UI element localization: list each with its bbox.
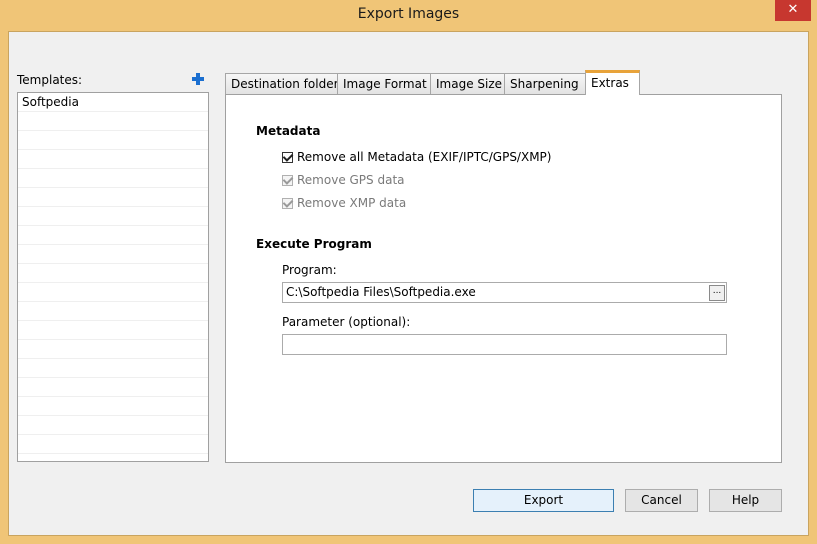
add-template-icon[interactable]	[191, 72, 205, 86]
program-label: Program:	[282, 263, 337, 277]
tab-extras[interactable]: Extras	[585, 70, 640, 95]
remove-xmp-label: Remove XMP data	[297, 196, 407, 210]
tab-image-size[interactable]: Image Size	[430, 73, 506, 94]
close-button[interactable]: ✕	[775, 0, 811, 21]
browse-program-button[interactable]: ...	[709, 285, 725, 301]
execute-program-heading: Execute Program	[256, 237, 372, 251]
template-list-item[interactable]	[18, 359, 208, 378]
parameter-field[interactable]	[282, 334, 727, 355]
program-value: C:\Softpedia Files\Softpedia.exe	[286, 285, 476, 299]
templates-list[interactable]: Softpedia	[17, 92, 209, 462]
template-list-item[interactable]	[18, 378, 208, 397]
remove-xmp-row: Remove XMP data	[282, 196, 406, 210]
template-list-item[interactable]	[18, 416, 208, 435]
tab-image-format[interactable]: Image Format	[337, 73, 433, 94]
template-list-item[interactable]	[18, 169, 208, 188]
template-list-item[interactable]: Softpedia	[18, 93, 208, 112]
tab-sharpening[interactable]: Sharpening	[504, 73, 587, 94]
template-list-item[interactable]	[18, 321, 208, 340]
template-list-item[interactable]	[18, 131, 208, 150]
template-list-item[interactable]	[18, 340, 208, 359]
remove-gps-row: Remove GPS data	[282, 173, 405, 187]
template-list-item[interactable]	[18, 112, 208, 131]
tab-destination-folder[interactable]: Destination folder	[225, 73, 339, 94]
remove-all-metadata-row[interactable]: Remove all Metadata (EXIF/IPTC/GPS/XMP)	[282, 150, 551, 164]
template-list-item[interactable]	[18, 207, 208, 226]
help-button[interactable]: Help	[709, 489, 782, 512]
dialog-body: Templates: Softpedia Destination folder I…	[8, 31, 809, 536]
template-list-item[interactable]	[18, 245, 208, 264]
template-list-item[interactable]	[18, 150, 208, 169]
window-title: Export Images	[357, 6, 460, 22]
program-field[interactable]: C:\Softpedia Files\Softpedia.exe	[282, 282, 727, 303]
template-list-item[interactable]	[18, 188, 208, 207]
remove-gps-checkbox	[282, 174, 293, 186]
remove-gps-label: Remove GPS data	[297, 173, 405, 187]
export-button[interactable]: Export	[473, 489, 614, 512]
metadata-heading: Metadata	[256, 124, 321, 138]
extras-panel: Metadata Remove all Metadata (EXIF/IPTC/…	[225, 94, 782, 463]
template-list-item[interactable]	[18, 226, 208, 245]
remove-all-metadata-label: Remove all Metadata (EXIF/IPTC/GPS/XMP)	[297, 150, 552, 164]
template-list-item[interactable]	[18, 283, 208, 302]
templates-label: Templates:	[17, 73, 83, 87]
close-icon: ✕	[787, 2, 799, 17]
export-images-window: Export Images ✕ Templates: Softpedia Des…	[0, 0, 817, 544]
template-list-item[interactable]	[18, 435, 208, 454]
title-bar[interactable]: Export Images ✕	[0, 0, 817, 31]
template-list-item[interactable]	[18, 397, 208, 416]
remove-all-metadata-checkbox[interactable]	[282, 151, 293, 163]
parameter-label: Parameter (optional):	[282, 315, 411, 329]
template-list-item[interactable]	[18, 264, 208, 283]
remove-xmp-checkbox	[282, 197, 293, 209]
template-list-item[interactable]	[18, 302, 208, 321]
cancel-button[interactable]: Cancel	[625, 489, 698, 512]
